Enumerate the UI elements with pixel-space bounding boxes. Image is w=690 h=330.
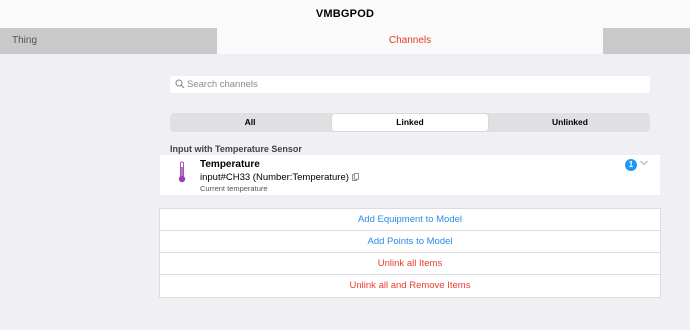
channel-group-title: Input with Temperature Sensor: [170, 144, 302, 154]
filter-linked-button[interactable]: Linked: [332, 114, 488, 131]
link-count-badge: 1: [625, 159, 637, 171]
add-equipment-button[interactable]: Add Equipment to Model: [160, 209, 660, 231]
link-filter: All Linked Unlinked: [170, 113, 650, 132]
unlink-remove-button[interactable]: Unlink all and Remove Items: [160, 275, 660, 297]
add-points-button[interactable]: Add Points to Model: [160, 231, 660, 253]
tab-bar: Thing Channels: [0, 28, 690, 54]
navbar: VMBGPOD: [0, 0, 690, 28]
tab-thing[interactable]: Thing: [0, 28, 217, 54]
filter-all-button[interactable]: All: [170, 113, 330, 132]
channel-actions-list: Add Equipment to Model Add Points to Mod…: [159, 208, 661, 298]
channel-label: Temperature: [200, 159, 260, 170]
thermometer-icon: [178, 161, 186, 183]
search-icon: [175, 79, 185, 89]
channel-description: Current temperature: [200, 184, 268, 193]
unlink-all-button[interactable]: Unlink all Items: [160, 253, 660, 275]
tab-placeholder: [603, 28, 690, 54]
filter-unlinked-button[interactable]: Unlinked: [490, 113, 650, 132]
channel-uid-text: input#CH33 (Number:Temperature): [200, 172, 349, 183]
tab-channels[interactable]: Channels: [217, 28, 603, 54]
chevron-down-icon[interactable]: [639, 159, 649, 167]
page-title: VMBGPOD: [315, 8, 375, 20]
channel-item-temperature[interactable]: Temperature input#CH33 (Number:Temperatu…: [160, 155, 660, 195]
search-input[interactable]: [187, 76, 642, 93]
channel-uid: input#CH33 (Number:Temperature): [200, 172, 359, 183]
search-bar: [170, 76, 650, 93]
copy-icon[interactable]: [352, 173, 359, 181]
